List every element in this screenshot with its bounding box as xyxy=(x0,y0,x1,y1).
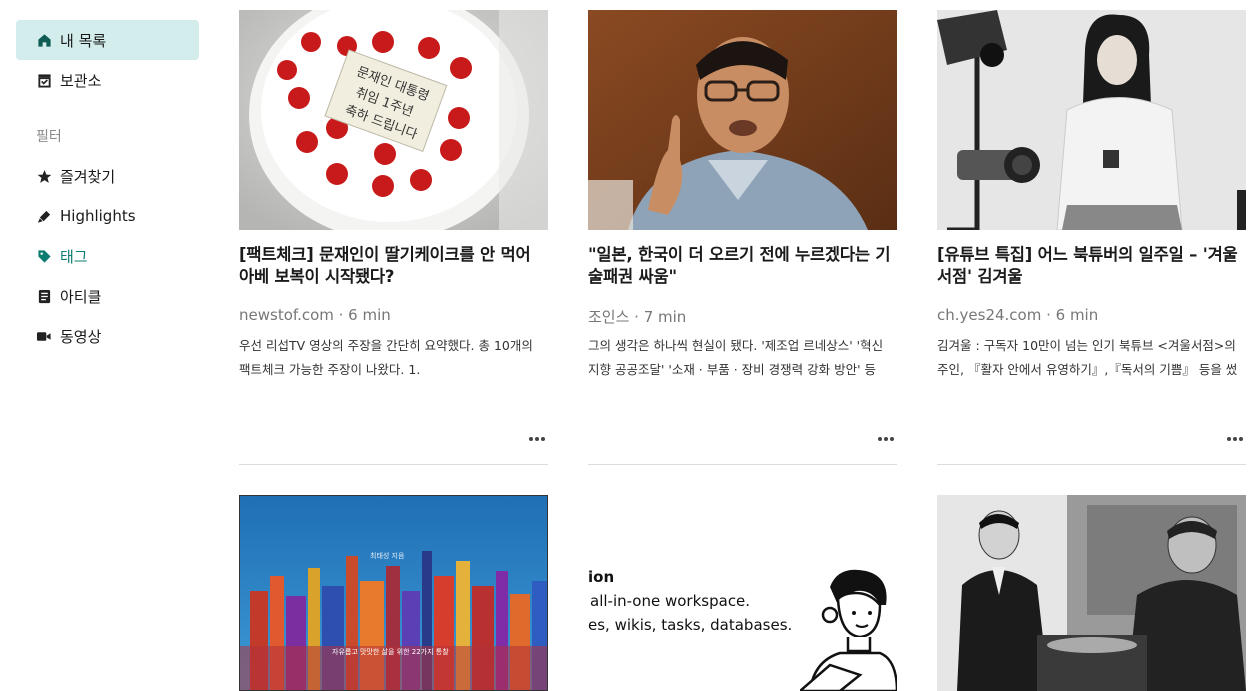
sidebar-item-label: 내 목록 xyxy=(60,31,107,50)
sidebar-item-favorites[interactable]: 즐겨찾기 xyxy=(16,156,199,196)
article-card[interactable]: 최태성 지음 자유롭고 맛맛한 삶을 위한 22가지 통찰 xyxy=(239,495,548,691)
article-card[interactable]: ion all-in-one workspace. es, wikis, tas… xyxy=(588,495,897,691)
man-speaking-image xyxy=(588,10,897,230)
article-card[interactable] xyxy=(937,495,1246,691)
article-title[interactable]: [유튜브 특집] 어느 북튜버의 일주일 – '겨울 서점' 김겨울 xyxy=(937,244,1246,290)
historic-photo-image xyxy=(937,495,1246,691)
more-options-button[interactable] xyxy=(526,428,548,450)
sidebar-item-articles[interactable]: 아티클 xyxy=(16,276,199,316)
ad-headline: ion xyxy=(588,568,615,586)
article-title[interactable]: [팩트체크] 문재인이 딸기케이크를 안 먹어 아베 보복이 시작됐다? xyxy=(239,244,548,290)
star-icon xyxy=(36,168,52,184)
ad-line: es, wikis, tasks, databases. xyxy=(588,616,793,634)
article-meta: ch.yes24.com · 6 min xyxy=(937,306,1099,324)
book-author-text: 최태성 지음 xyxy=(370,551,405,560)
tag-icon xyxy=(36,248,52,264)
sidebar-item-videos[interactable]: 동영상 xyxy=(16,316,199,356)
card-divider xyxy=(588,464,897,465)
article-thumbnail[interactable]: ion all-in-one workspace. es, wikis, tas… xyxy=(588,495,897,691)
sidebar-item-tags[interactable]: 태그 xyxy=(16,236,199,276)
article-thumbnail[interactable]: 최태성 지음 자유롭고 맛맛한 삶을 위한 22가지 통찰 xyxy=(239,495,548,691)
archive-icon xyxy=(36,72,52,88)
sidebar-item-archive[interactable]: 보관소 xyxy=(16,60,199,100)
city-painting-book-image: 최태성 지음 자유롭고 맛맛한 삶을 위한 22가지 통찰 xyxy=(240,496,547,690)
more-options-button[interactable] xyxy=(875,428,897,450)
card-divider xyxy=(239,464,548,465)
sidebar-item-label: 즐겨찾기 xyxy=(60,167,116,186)
more-options-button[interactable] xyxy=(1224,428,1246,450)
sidebar-item-label: 태그 xyxy=(60,247,88,266)
sidebar-item-label: 보관소 xyxy=(60,71,102,90)
illustrated-person-image xyxy=(800,569,897,691)
ellipsis-icon xyxy=(529,437,545,441)
woman-studio-image xyxy=(937,10,1246,230)
filter-section-label: 필터 xyxy=(36,129,62,145)
book-subtitle-text: 자유롭고 맛맛한 삶을 위한 22가지 통찰 xyxy=(332,647,449,656)
article-excerpt: 그의 생각은 하나씩 현실이 됐다. '제조업 르네상스' '혁신 지향 공공조… xyxy=(588,338,884,377)
article-card[interactable]: [유튜브 특집] 어느 북튜버의 일주일 – '겨울 서점' 김겨울 ch.ye… xyxy=(937,10,1246,465)
ad-line: all-in-one workspace. xyxy=(590,592,751,610)
article-title[interactable]: "일본, 한국이 더 오르기 전에 누르겠다는 기 술패권 싸움" xyxy=(588,244,897,290)
highlighter-icon xyxy=(36,208,52,224)
sidebar-item-label: 아티클 xyxy=(60,287,102,306)
article-card[interactable]: "일본, 한국이 더 오르기 전에 누르겠다는 기 술패권 싸움" 조인스 · … xyxy=(588,10,897,465)
article-thumbnail[interactable]: 문재인 대통령 취임 1주년 축하 드립니다 xyxy=(239,10,548,230)
home-icon xyxy=(36,32,52,48)
sidebar-item-label: 동영상 xyxy=(60,327,102,346)
article-meta: newstof.com · 6 min xyxy=(239,306,391,324)
article-meta: 조인스 · 7 min xyxy=(588,308,687,326)
video-icon xyxy=(36,328,52,344)
article-card[interactable]: 문재인 대통령 취임 1주년 축하 드립니다 [팩트체크] 문재인이 딸기케이크… xyxy=(239,10,548,465)
strawberry-cake-image: 문재인 대통령 취임 1주년 축하 드립니다 xyxy=(239,10,548,230)
ellipsis-icon xyxy=(878,437,894,441)
article-thumbnail[interactable] xyxy=(588,10,897,230)
article-icon xyxy=(36,288,52,304)
article-excerpt: 우선 리섭TV 영상의 주장을 간단히 요약했다. 총 10개의 팩트체크 가능… xyxy=(239,338,533,377)
sidebar-item-highlights[interactable]: Highlights xyxy=(16,196,199,236)
article-thumbnail[interactable] xyxy=(937,495,1246,691)
article-excerpt: 김겨울 : 구독자 10만이 넘는 인기 북튜브 <겨울서점>의 주인, 『활자… xyxy=(937,338,1238,377)
card-divider xyxy=(937,464,1246,465)
sidebar-item-label: Highlights xyxy=(60,207,136,225)
article-thumbnail[interactable] xyxy=(937,10,1246,230)
sidebar: 내 목록 보관소 필터 즐겨찾기 Highlights 태그 아티클 동영상 xyxy=(0,0,215,691)
sidebar-item-my-list[interactable]: 내 목록 xyxy=(16,20,199,60)
ellipsis-icon xyxy=(1227,437,1243,441)
